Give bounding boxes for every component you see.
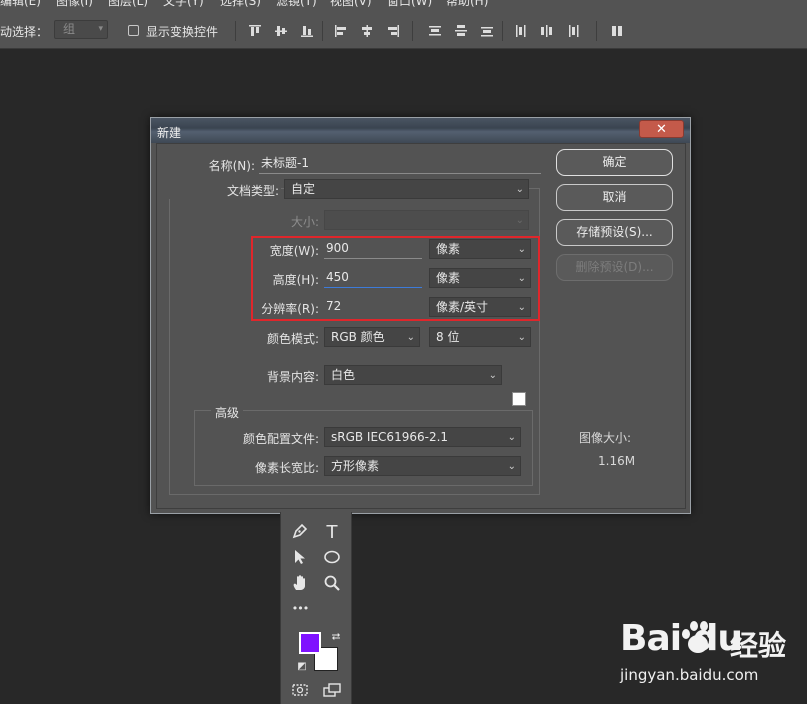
dialog-title: 新建: [157, 126, 182, 140]
color-mode-select[interactable]: RGB 颜色 ⌄: [324, 327, 420, 347]
menu-layer[interactable]: 图层(L): [108, 0, 148, 9]
save-preset-button[interactable]: 存储预设(S)...: [556, 219, 673, 246]
swap-colors-icon[interactable]: ⮂: [325, 626, 347, 648]
size-label: 大小:: [290, 215, 319, 229]
color-mode-value: RGB 颜色: [331, 330, 385, 344]
ok-button[interactable]: 确定: [556, 149, 673, 176]
auto-select-label: 动选择：: [0, 25, 49, 39]
new-document-dialog: 新建 ✕ 名称(N): 未标题-1 文档类型: 自定 ⌄ 大小: ⌄ 宽度(W)…: [150, 117, 691, 514]
menu-bar: 编辑(E) 图像(I) 图层(L) 文字(Y) 选择(S) 滤镜(T) 视图(V…: [0, 0, 807, 10]
chevron-down-icon: ⌄: [515, 215, 524, 226]
distribute-hcenter-icon[interactable]: [540, 24, 554, 38]
doc-type-select[interactable]: 自定 ⌄: [284, 179, 529, 199]
chevron-down-icon: ⌄: [517, 332, 526, 343]
watermark-url: jingyan.baidu.com: [620, 666, 759, 684]
image-size-label: 图像大小:: [579, 431, 632, 445]
align-left-icon[interactable]: [334, 24, 348, 38]
cancel-button[interactable]: 取消: [556, 184, 673, 211]
screen-mode-icon[interactable]: [321, 682, 343, 704]
more-icon[interactable]: •••: [289, 598, 311, 620]
menu-image[interactable]: 图像(I): [56, 0, 93, 9]
distribute-bottom-icon[interactable]: [480, 24, 494, 38]
chevron-down-icon: ⌄: [488, 370, 497, 381]
divider: [596, 21, 597, 41]
background-select[interactable]: 白色 ⌄: [324, 365, 502, 385]
color-profile-value: sRGB IEC61966-2.1: [331, 430, 449, 444]
distribute-vcenter-icon[interactable]: [454, 24, 468, 38]
align-vcenter-icon[interactable]: [274, 24, 288, 38]
distribute-left-icon[interactable]: [514, 24, 528, 38]
doc-type-label: 文档类型:: [157, 182, 281, 199]
options-bar: 动选择： 组 ▾ 显示变换控件: [0, 10, 807, 49]
menu-edit[interactable]: 编辑(E): [0, 0, 41, 9]
close-icon[interactable]: ✕: [639, 120, 684, 138]
chevron-down-icon: ⌄: [507, 432, 516, 443]
name-label: 名称(N):: [208, 159, 255, 173]
pixel-aspect-label: 像素长宽比:: [254, 461, 319, 475]
bit-depth-value: 8 位: [436, 330, 460, 344]
show-transform-checkbox[interactable]: [128, 25, 139, 36]
image-size-value: 1.16M: [598, 454, 636, 468]
distribute-right-icon[interactable]: [566, 24, 580, 38]
baidu-watermark: Bai du 经验 jingyan.baidu.com: [620, 618, 800, 688]
delete-preset-button: 删除预设(D)...: [556, 254, 673, 281]
color-profile-select[interactable]: sRGB IEC61966-2.1 ⌄: [324, 427, 521, 447]
pixel-aspect-select[interactable]: 方形像素 ⌄: [324, 456, 521, 476]
align-bottom-icon[interactable]: [300, 24, 314, 38]
distribute-top-icon[interactable]: [428, 24, 442, 38]
type-icon[interactable]: T: [321, 522, 343, 544]
dialog-body: 名称(N): 未标题-1 文档类型: 自定 ⌄ 大小: ⌄ 宽度(W): 900…: [156, 143, 686, 509]
background-label: 背景内容:: [266, 370, 319, 384]
auto-align-icon[interactable]: [610, 24, 624, 38]
color-mode-label: 颜色模式:: [266, 332, 319, 346]
background-color-swatch[interactable]: [512, 392, 526, 406]
align-top-icon[interactable]: [248, 24, 262, 38]
auto-select-value: 组: [63, 22, 76, 36]
baidu-paw-icon: [682, 621, 715, 653]
size-select: ⌄: [324, 210, 529, 230]
quick-mask-icon[interactable]: [289, 682, 311, 704]
bit-depth-select[interactable]: 8 位 ⌄: [429, 327, 531, 347]
color-profile-label: 颜色配置文件:: [242, 432, 319, 446]
hand-icon[interactable]: [289, 574, 311, 596]
watermark-logo-cn: 经验: [730, 629, 787, 662]
align-hcenter-icon[interactable]: [360, 24, 374, 38]
pen-icon[interactable]: [289, 522, 311, 544]
divider: [412, 21, 413, 41]
ellipse-icon[interactable]: [321, 548, 343, 570]
menu-type[interactable]: 文字(Y): [163, 0, 204, 9]
name-input[interactable]: 未标题-1: [259, 154, 541, 174]
doc-type-value: 自定: [291, 182, 316, 196]
menu-help[interactable]: 帮助(H): [446, 0, 488, 9]
divider: [235, 21, 236, 41]
chevron-down-icon: ▾: [98, 24, 103, 34]
dialog-titlebar[interactable]: 新建 ✕: [151, 118, 690, 143]
pixel-aspect-value: 方形像素: [331, 459, 380, 473]
tools-panel: T ••• ⮂ ◩: [280, 512, 352, 704]
chevron-down-icon: ⌄: [507, 461, 516, 472]
path-select-icon[interactable]: [289, 548, 311, 570]
zoom-icon[interactable]: [321, 574, 343, 596]
advanced-label: 高级: [211, 404, 244, 421]
show-transform-label: 显示变换控件: [146, 25, 219, 39]
menu-select[interactable]: 选择(S): [220, 0, 261, 9]
default-colors-icon[interactable]: ◩: [291, 656, 313, 678]
chevron-down-icon: ⌄: [406, 332, 415, 343]
menu-window[interactable]: 窗口(W): [387, 0, 432, 9]
highlight-box: [251, 236, 540, 321]
menu-filter[interactable]: 滤镜(T): [276, 0, 317, 9]
chevron-down-icon: ⌄: [515, 184, 524, 195]
menu-view[interactable]: 视图(V): [330, 0, 372, 9]
divider: [322, 21, 323, 41]
background-value: 白色: [331, 368, 356, 382]
foreground-color-swatch[interactable]: [299, 632, 321, 654]
auto-select-dropdown[interactable]: 组 ▾: [54, 20, 108, 39]
align-right-icon[interactable]: [386, 24, 400, 38]
divider: [502, 21, 503, 41]
